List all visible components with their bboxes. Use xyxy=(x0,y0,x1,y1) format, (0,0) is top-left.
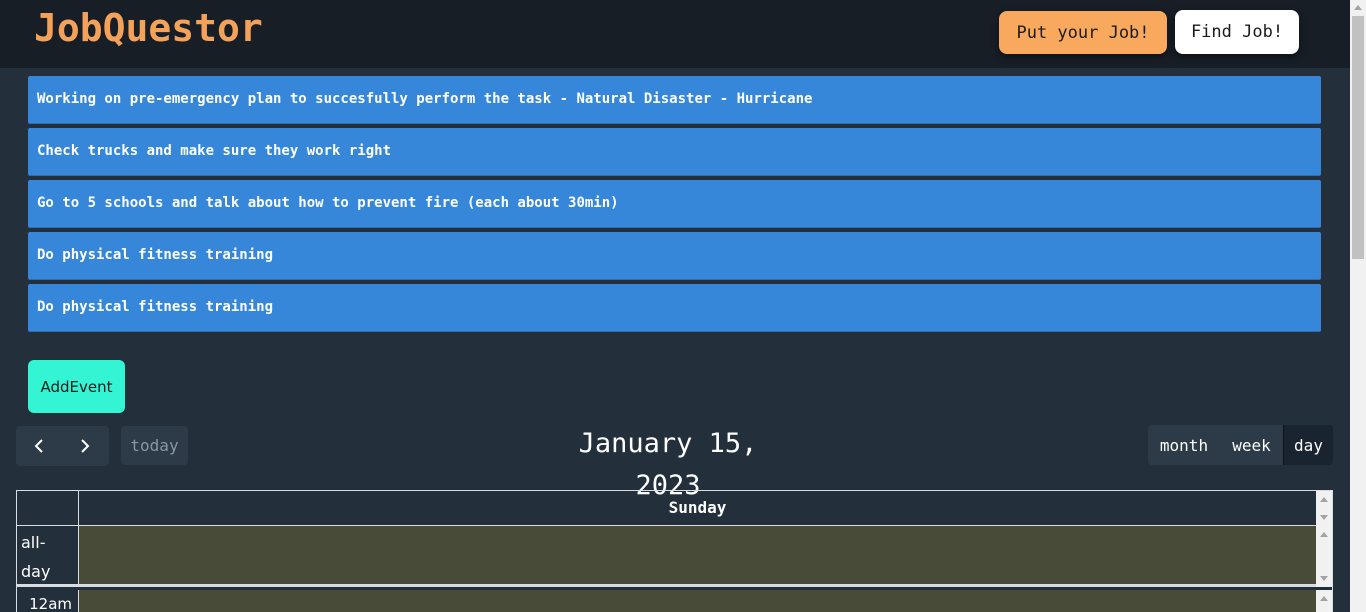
prev-button[interactable] xyxy=(16,426,62,466)
today-button[interactable]: today xyxy=(121,426,188,465)
calendar-title: January 15, 2023 xyxy=(578,428,758,501)
calendar-grid: Sunday all-day 12am xyxy=(16,490,1333,612)
task-list: Working on pre-emergency plan to succesf… xyxy=(28,76,1321,336)
all-day-label: all-day xyxy=(17,526,79,584)
chevron-left-icon xyxy=(34,439,43,453)
view-day-button[interactable]: day xyxy=(1283,425,1333,465)
task-item[interactable]: Go to 5 schools and talk about how to pr… xyxy=(28,180,1321,228)
view-switcher: month week day xyxy=(1148,425,1333,465)
calendar-header-row: Sunday xyxy=(17,491,1316,526)
page-scrollbar[interactable] xyxy=(1350,0,1366,612)
app-header: JobQuestor Put your Job! Find Job! xyxy=(0,0,1350,68)
time-grid-scrollbar[interactable] xyxy=(1316,590,1332,612)
calendar-nav-group xyxy=(16,426,109,466)
view-week-button[interactable]: week xyxy=(1220,425,1283,465)
time-slot-cell[interactable] xyxy=(79,590,1316,612)
day-header: Sunday xyxy=(668,498,727,517)
header-scrollbar[interactable] xyxy=(1316,491,1332,526)
all-day-cell[interactable] xyxy=(79,526,1316,584)
time-slot-label: 12am xyxy=(17,590,79,612)
put-your-job-button[interactable]: Put your Job! xyxy=(999,11,1167,54)
scroll-up-icon[interactable] xyxy=(1320,596,1328,601)
view-month-button[interactable]: month xyxy=(1148,425,1220,465)
add-event-button[interactable]: AddEvent xyxy=(28,360,125,413)
task-item[interactable]: Do physical fitness training xyxy=(28,284,1321,332)
scroll-down-icon[interactable] xyxy=(1320,576,1328,581)
all-day-row: all-day xyxy=(17,526,1316,587)
scroll-down-icon[interactable] xyxy=(1320,515,1328,520)
find-job-button[interactable]: Find Job! xyxy=(1175,10,1299,54)
chevron-right-icon xyxy=(81,439,90,453)
scroll-up-icon[interactable] xyxy=(1354,5,1362,10)
scroll-up-icon[interactable] xyxy=(1320,497,1328,502)
task-item[interactable]: Do physical fitness training xyxy=(28,232,1321,280)
next-button[interactable] xyxy=(62,426,108,466)
time-slot-row: 12am xyxy=(17,590,1316,612)
task-item[interactable]: Working on pre-emergency plan to succesf… xyxy=(28,76,1321,124)
scrollbar-thumb[interactable] xyxy=(1352,16,1364,259)
all-day-scrollbar[interactable] xyxy=(1316,526,1332,587)
time-gutter-header xyxy=(17,491,79,526)
scroll-up-icon[interactable] xyxy=(1320,532,1328,537)
task-item[interactable]: Check trucks and make sure they work rig… xyxy=(28,128,1321,176)
app-logo[interactable]: JobQuestor xyxy=(34,6,263,50)
